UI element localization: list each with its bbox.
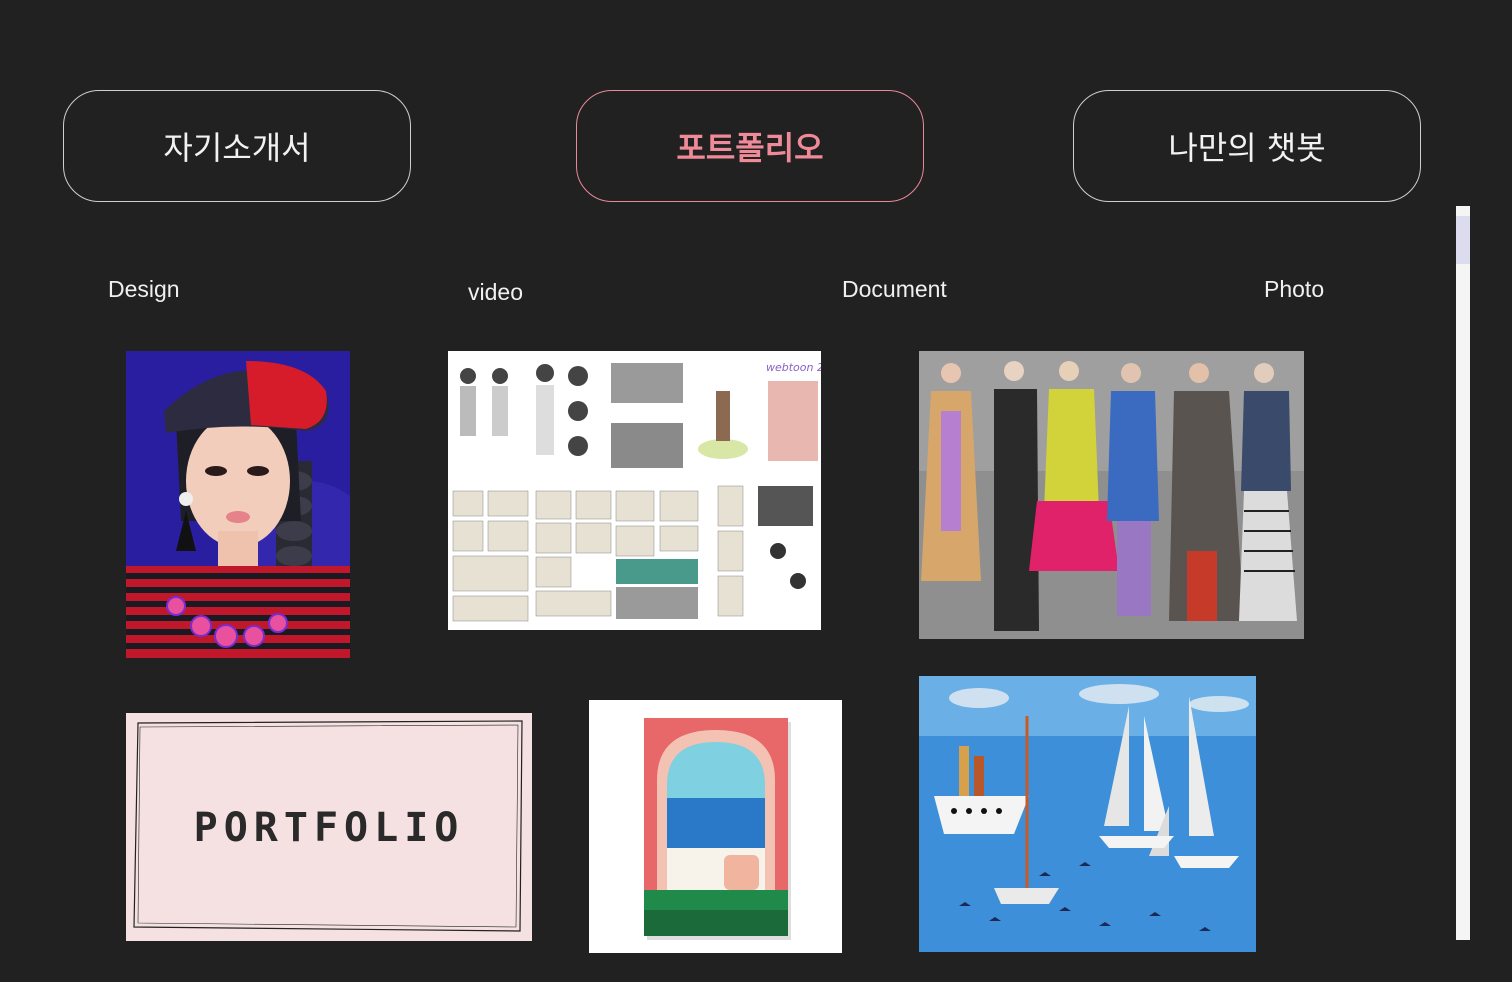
sailboat-painting-image bbox=[919, 676, 1256, 952]
portfolio-title-text: PORTFOLIO bbox=[194, 805, 465, 851]
portfolio-thumb-sailboat-painting[interactable] bbox=[919, 676, 1256, 952]
scrollbar[interactable] bbox=[1456, 206, 1470, 940]
webtoon-caption: webtoon 2 bbox=[766, 361, 821, 374]
category-photo[interactable]: Photo bbox=[1264, 276, 1324, 303]
nav-tab-portfolio[interactable]: 포트폴리오 bbox=[576, 90, 924, 202]
portfolio-title-image: PORTFOLIO bbox=[126, 713, 532, 941]
category-design[interactable]: Design bbox=[108, 276, 180, 303]
fashion-illustration-image bbox=[919, 351, 1304, 639]
portfolio-thumb-webtoon[interactable]: webtoon 2 bbox=[448, 351, 821, 630]
portfolio-thumb-portfolio-title[interactable]: PORTFOLIO bbox=[126, 713, 532, 941]
portrait-illustration-image bbox=[126, 351, 350, 658]
nav-tab-chatbot[interactable]: 나만의 챗봇 bbox=[1073, 90, 1421, 202]
portfolio-thumb-fashion-illustration[interactable] bbox=[919, 351, 1304, 639]
portfolio-thumb-portrait-illustration[interactable] bbox=[126, 351, 350, 658]
portfolio-page: 자기소개서 포트폴리오 나만의 챗봇 Design video Document… bbox=[0, 0, 1512, 982]
category-video[interactable]: video bbox=[468, 279, 523, 306]
portfolio-thumb-window-poster[interactable] bbox=[589, 700, 842, 953]
nav-tab-cover-letter[interactable]: 자기소개서 bbox=[63, 90, 411, 202]
category-document[interactable]: Document bbox=[842, 276, 947, 303]
scrollbar-thumb[interactable] bbox=[1456, 216, 1470, 264]
webtoon-sheet-image: webtoon 2 bbox=[448, 351, 821, 630]
window-poster-image bbox=[589, 700, 842, 953]
